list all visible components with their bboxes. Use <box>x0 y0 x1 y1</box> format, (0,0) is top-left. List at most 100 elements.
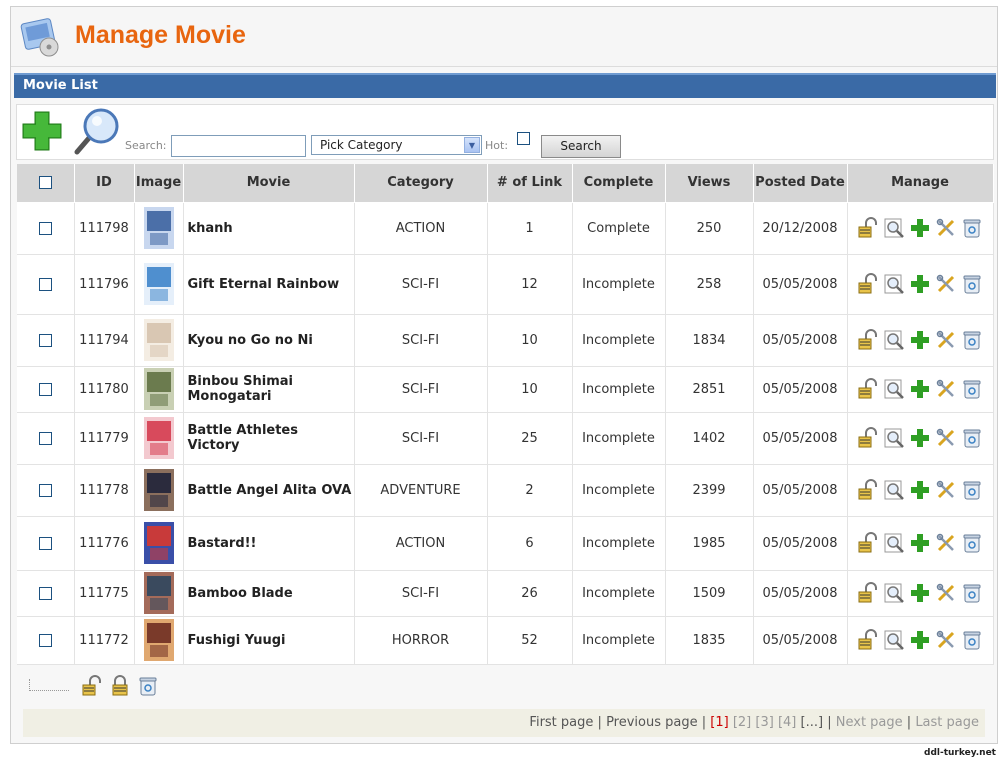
row-checkbox[interactable] <box>38 221 52 235</box>
trash-icon[interactable] <box>961 329 983 351</box>
unlock-icon[interactable] <box>857 582 879 604</box>
trash-icon[interactable] <box>961 629 983 651</box>
search-input[interactable] <box>171 135 306 157</box>
row-checkbox[interactable] <box>38 277 52 291</box>
previous-page-link[interactable]: Previous page <box>606 715 698 730</box>
row-checkbox[interactable] <box>38 536 52 550</box>
movie-title: Kyou no Go no Ni <box>183 314 355 367</box>
view-icon[interactable] <box>883 329 905 351</box>
column-header-movie[interactable]: Movie <box>183 164 355 203</box>
movie-views: 1402 <box>665 412 754 465</box>
view-icon[interactable] <box>883 582 905 604</box>
search-button[interactable]: Search <box>541 135 621 158</box>
edit-icon[interactable] <box>935 329 957 351</box>
column-header-views[interactable]: Views <box>665 164 754 203</box>
row-select-cell <box>17 366 75 413</box>
unlock-icon[interactable] <box>81 675 103 697</box>
row-checkbox[interactable] <box>38 483 52 497</box>
edit-icon[interactable] <box>935 582 957 604</box>
view-icon[interactable] <box>883 479 905 501</box>
trash-icon[interactable] <box>961 479 983 501</box>
unlock-icon[interactable] <box>857 273 879 295</box>
section-title-bar: Movie List <box>14 73 996 98</box>
unlock-icon[interactable] <box>857 629 879 651</box>
page-link-current: [1] <box>710 715 729 730</box>
row-checkbox[interactable] <box>38 382 52 396</box>
edit-icon[interactable] <box>935 629 957 651</box>
unlock-icon[interactable] <box>857 479 879 501</box>
movie-posted-date: 05/05/2008 <box>753 366 848 413</box>
page-link[interactable]: [2] <box>733 715 751 730</box>
category-selected-value: Pick Category <box>320 138 403 152</box>
unlock-icon[interactable] <box>857 532 879 554</box>
column-header-links[interactable]: # of Link <box>487 164 573 203</box>
movie-complete-status: Incomplete <box>572 616 666 665</box>
add-icon[interactable] <box>909 479 931 501</box>
next-page-link[interactable]: Next page <box>836 715 903 730</box>
edit-icon[interactable] <box>935 479 957 501</box>
pager-separator: | <box>906 715 912 730</box>
add-icon[interactable] <box>909 217 931 239</box>
select-all-checkbox[interactable] <box>38 176 52 190</box>
unlock-icon[interactable] <box>857 329 879 351</box>
column-header-complete[interactable]: Complete <box>572 164 666 203</box>
watermark: ddl-turkey.net <box>924 748 996 758</box>
unlock-icon[interactable] <box>857 378 879 400</box>
trash-icon[interactable] <box>961 273 983 295</box>
add-icon[interactable] <box>909 427 931 449</box>
column-header-id[interactable]: ID <box>74 164 135 203</box>
add-icon[interactable] <box>909 273 931 295</box>
edit-icon[interactable] <box>935 427 957 449</box>
search-big-icon[interactable] <box>73 106 121 156</box>
pager-separator: | <box>827 715 832 730</box>
movie-category: ACTION <box>354 202 488 255</box>
view-icon[interactable] <box>883 532 905 554</box>
hot-checkbox[interactable] <box>517 132 530 145</box>
movie-title: Battle Athletes Victory <box>183 412 355 465</box>
movie-complete-status: Incomplete <box>572 314 666 367</box>
view-icon[interactable] <box>883 378 905 400</box>
edit-icon[interactable] <box>935 532 957 554</box>
movie-posted-date: 05/05/2008 <box>753 464 848 517</box>
lock-icon[interactable] <box>109 675 131 697</box>
add-icon[interactable] <box>909 582 931 604</box>
unlock-icon[interactable] <box>857 217 879 239</box>
chevron-down-icon[interactable]: ▼ <box>464 137 480 153</box>
row-checkbox[interactable] <box>38 586 52 600</box>
row-checkbox[interactable] <box>38 633 52 647</box>
row-checkbox[interactable] <box>38 431 52 445</box>
trash-icon[interactable] <box>961 378 983 400</box>
view-icon[interactable] <box>883 427 905 449</box>
movie-link-count: 6 <box>487 516 573 571</box>
page-link[interactable]: [4] <box>778 715 796 730</box>
add-big-icon[interactable] <box>20 109 64 153</box>
first-page-link[interactable]: First page <box>529 715 593 730</box>
trash-icon[interactable] <box>961 582 983 604</box>
last-page-link[interactable]: Last page <box>915 715 979 730</box>
view-icon[interactable] <box>883 217 905 239</box>
category-select[interactable]: Pick Category ▼ <box>311 135 482 155</box>
column-header-posted-date[interactable]: Posted Date <box>753 164 848 203</box>
trash-icon[interactable] <box>961 217 983 239</box>
page-link-more[interactable]: [...] <box>801 715 824 730</box>
trash-icon[interactable] <box>137 675 159 697</box>
page-link[interactable]: [3] <box>755 715 773 730</box>
add-icon[interactable] <box>909 378 931 400</box>
movie-complete-status: Complete <box>572 202 666 255</box>
edit-icon[interactable] <box>935 217 957 239</box>
add-icon[interactable] <box>909 629 931 651</box>
edit-icon[interactable] <box>935 273 957 295</box>
unlock-icon[interactable] <box>857 427 879 449</box>
trash-icon[interactable] <box>961 427 983 449</box>
trash-icon[interactable] <box>961 532 983 554</box>
add-icon[interactable] <box>909 532 931 554</box>
manage-actions <box>847 516 994 571</box>
view-icon[interactable] <box>883 273 905 295</box>
row-checkbox[interactable] <box>38 333 52 347</box>
view-icon[interactable] <box>883 629 905 651</box>
movie-posted-date: 05/05/2008 <box>753 570 848 617</box>
add-icon[interactable] <box>909 329 931 351</box>
movie-category: SCI-FI <box>354 314 488 367</box>
column-header-category[interactable]: Category <box>354 164 488 203</box>
edit-icon[interactable] <box>935 378 957 400</box>
